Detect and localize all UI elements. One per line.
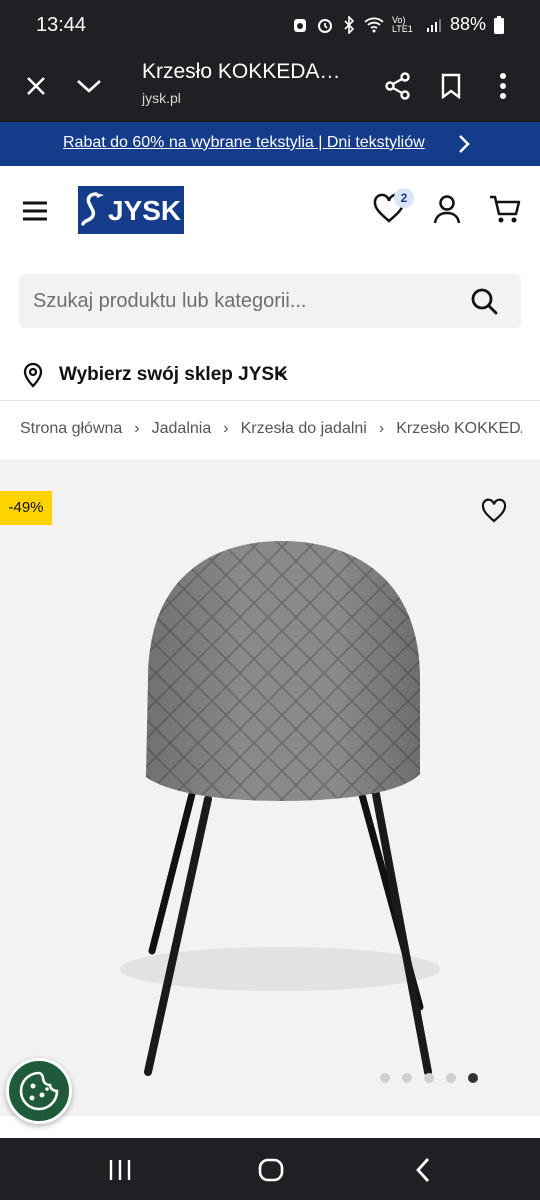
breadcrumb-separator: › (134, 420, 140, 437)
gallery-dot[interactable] (380, 1073, 390, 1083)
breadcrumb-current: Krzesło KOKKEDAL (396, 420, 522, 437)
chevron-right-icon[interactable] (452, 130, 476, 158)
product-image-gallery[interactable]: -49% (0, 459, 540, 1116)
wifi-icon (364, 17, 384, 32)
share-icon (385, 72, 410, 100)
logo-text: JYSK (108, 195, 182, 226)
home-icon[interactable] (257, 1156, 285, 1184)
cart-icon[interactable] (488, 192, 522, 226)
close-tab-button[interactable] (14, 64, 58, 108)
signal-icon (426, 18, 441, 32)
breadcrumb-item[interactable]: Jadalnia (152, 420, 212, 438)
promo-link[interactable]: Rabat do 60% na wybrane tekstylia | Dni … (63, 134, 425, 152)
site-header: JYSK 2 (0, 166, 540, 256)
system-navigation-bar (0, 1138, 540, 1200)
gallery-dot[interactable] (402, 1073, 412, 1083)
page-url: jysk.pl (142, 90, 181, 106)
goose-logo-icon (81, 192, 104, 226)
recent-apps-icon[interactable] (106, 1156, 134, 1184)
chevron-down-icon (77, 80, 101, 93)
search-bar[interactable]: Szukaj produktu lub kategorii... (19, 274, 521, 328)
heart-icon[interactable] (480, 497, 508, 525)
search-icon[interactable] (469, 286, 499, 316)
cookie-icon (19, 1071, 59, 1111)
breadcrumb-item[interactable]: Strona główna (20, 420, 122, 438)
alarm-icon (317, 18, 332, 33)
chair-leg (148, 790, 196, 955)
product-image (120, 541, 440, 1076)
minimize-button[interactable] (67, 64, 111, 108)
store-selector-label[interactable]: Wybierz swój sklep JYSK (59, 364, 288, 386)
back-icon[interactable] (410, 1156, 438, 1184)
breadcrumb-item[interactable]: Krzesła do jadalni (241, 420, 367, 438)
bluetooth-icon (344, 15, 355, 34)
account-icon[interactable] (430, 192, 464, 226)
bookmark-button[interactable] (429, 64, 473, 108)
divider (0, 400, 540, 401)
breadcrumb: Strona główna › Jadalnia › Krzesła do jadaln… (20, 420, 522, 444)
breadcrumb-separator: › (223, 420, 229, 437)
location-pin-icon (23, 362, 43, 388)
bookmark-icon (441, 73, 461, 99)
jysk-logo[interactable]: JYSK (78, 186, 184, 234)
cookie-settings-button[interactable] (6, 1058, 72, 1124)
page-title: Krzesło KOKKEDA… (142, 60, 341, 83)
menu-icon[interactable] (20, 196, 50, 226)
search-input[interactable]: Szukaj produktu lub kategorii... (33, 290, 307, 313)
store-selector[interactable]: Wybierz swój sklep JYSK (0, 350, 540, 400)
chair-leg (371, 785, 432, 1076)
browser-toolbar: Krzesło KOKKEDA… jysk.pl (0, 52, 540, 122)
promo-banner[interactable]: Rabat do 60% na wybrane tekstylia | Dni … (0, 122, 540, 166)
more-vert-icon (500, 73, 506, 99)
close-icon (27, 77, 45, 95)
status-bar: 13:44 Vo) LTE1 88% (0, 0, 540, 52)
gallery-pagination[interactable] (380, 1073, 478, 1083)
chevron-down-icon (275, 370, 287, 378)
lte-label: Vo) LTE1 (391, 14, 413, 34)
gallery-dot[interactable] (446, 1073, 456, 1083)
gallery-dot[interactable] (424, 1073, 434, 1083)
gallery-dot-active[interactable] (468, 1073, 478, 1083)
status-icons: Vo) LTE1 88% (292, 14, 504, 35)
wishlist-count-badge: 2 (394, 188, 414, 208)
share-button[interactable] (376, 64, 420, 108)
notification-icon (293, 18, 306, 32)
breadcrumb-separator: › (378, 420, 385, 437)
more-options-button[interactable] (481, 64, 525, 108)
discount-badge: -49% (0, 491, 52, 525)
battery-percent: 88% (449, 14, 486, 34)
clock: 13:44 (36, 14, 87, 36)
battery-icon (494, 15, 504, 34)
